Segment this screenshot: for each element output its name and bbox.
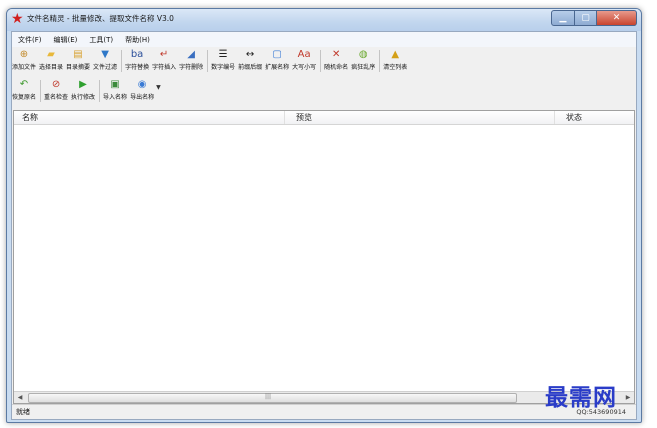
toolbar-label: 执行修改 [71, 94, 96, 101]
add-file-icon: ⊕ [19, 49, 29, 60]
toolbar-button-duplicate-check[interactable]: ⊘ 重名检查 [44, 78, 68, 101]
toolbar-button-clear-list[interactable]: ▲ 清空列表 [383, 48, 407, 71]
toolbar-button-extension[interactable]: ▢ 扩展名称 [265, 48, 289, 71]
toolbar-button-filter[interactable]: ▼ 文件过滤 [93, 48, 117, 71]
toolbar-separator [320, 50, 322, 72]
status-text: 就绪 [16, 408, 30, 416]
toolbar-button-replace-chars[interactable]: ba 字符替换 [125, 48, 149, 71]
export-icon: ◉ [137, 79, 147, 90]
horizontal-scrollbar[interactable]: ◀ ||| ▶ [14, 391, 634, 403]
toolbar-label: 大写小写 [292, 64, 317, 71]
toolbar-button-add-file[interactable]: ⊕ 添加文件 [12, 48, 36, 71]
toolbar-row-1: ⊕ 添加文件 ▰ 选择目录 ▤ 目录摘要 ▼ 文件过滤 ba 字符替换 ↵ 字符插入 ◢ 字符删除 ☰ 数字编… [12, 48, 410, 76]
menu-bar: 文件(F) 编辑(E) 工具(T) 帮助(H) [12, 32, 636, 47]
delete-chars-icon: ◢ [187, 49, 195, 60]
scroll-right-arrow-icon[interactable]: ▶ [622, 392, 634, 403]
close-button[interactable]: ✕ [597, 10, 637, 26]
toolbar-label: 选择目录 [39, 64, 64, 71]
file-list[interactable]: 名称 预览 状态 ◀ ||| ▶ [13, 110, 635, 404]
menu-help[interactable]: 帮助(H) [125, 35, 150, 45]
scroll-left-arrow-icon[interactable]: ◀ [14, 392, 26, 403]
toolbar-label: 恢复原名 [12, 94, 37, 101]
minimize-button[interactable]: ▁ [551, 10, 575, 26]
toolbar-button-insert-chars[interactable]: ↵ 字符插入 [152, 48, 176, 71]
case-icon: Aa [297, 49, 311, 60]
column-header-preview[interactable]: 预览 [296, 112, 312, 123]
toolbar-button-numbering[interactable]: ☰ 数字编号 [211, 48, 235, 71]
column-header-status[interactable]: 状态 [566, 112, 582, 123]
window-title: 文件名精灵 - 批量修改、提取文件名称 V3.0 [27, 14, 174, 23]
toolbar-button-execute[interactable]: ▶ 执行修改 [71, 78, 95, 101]
clear-list-icon: ▲ [391, 49, 400, 60]
toolbar-button-random[interactable]: ✕ 随机命名 [324, 48, 348, 71]
column-header-name[interactable]: 名称 [22, 112, 38, 123]
toolbar-label: 导出名称 [130, 94, 155, 101]
extension-icon: ▢ [272, 49, 282, 60]
status-bar: 就绪 QQ:543690914 [12, 404, 636, 419]
replace-chars-icon: ba [130, 49, 144, 60]
toolbar-separator [99, 80, 101, 102]
toolbar-button-folder-summary[interactable]: ▤ 目录摘要 [66, 48, 90, 71]
column-divider[interactable] [554, 111, 555, 124]
toolbar-button-export[interactable]: ◉ 导出名称 [130, 78, 154, 101]
shuffle-icon: ◍ [358, 49, 368, 60]
toolbar-label: 导入名称 [103, 94, 128, 101]
toolbar-label: 清空列表 [383, 64, 408, 71]
title-bar[interactable]: ★ 文件名精灵 - 批量修改、提取文件名称 V3.0 ▁ ▢ ✕ [7, 9, 641, 31]
column-divider[interactable] [284, 111, 285, 124]
toolbar-separator [207, 50, 209, 72]
import-icon: ▣ [110, 79, 120, 90]
toolbar-label: 文件过滤 [93, 64, 118, 71]
maximize-button[interactable]: ▢ [575, 10, 597, 26]
list-header: 名称 预览 状态 [14, 111, 634, 125]
toolbar-separator [40, 80, 42, 102]
dropdown-arrow-icon[interactable]: ▼ [156, 84, 161, 91]
numbering-icon: ☰ [218, 49, 228, 60]
folder-summary-icon: ▤ [73, 49, 83, 60]
toolbar-label: 字符插入 [152, 64, 177, 71]
scroll-thumb[interactable]: ||| [28, 393, 517, 403]
duplicate-check-icon: ⊘ [51, 79, 61, 90]
toolbar-label: 目录摘要 [66, 64, 91, 71]
insert-chars-icon: ↵ [159, 49, 169, 60]
toolbar-row-2: ↶ 恢复原名 ⊘ 重名检查 ▶ 执行修改 ▣ 导入名称 ◉ 导出名称 ▼ [12, 78, 161, 106]
toolbar-button-prefix-suffix[interactable]: ↔ 前缀后缀 [238, 48, 262, 71]
toolbar-label: 随机命名 [324, 64, 349, 71]
client-area: 文件(F) 编辑(E) 工具(T) 帮助(H) ⊕ 添加文件 ▰ 选择目录 ▤ 目录摘要 ▼… [11, 31, 637, 420]
toolbar-button-restore[interactable]: ↶ 恢复原名 [12, 78, 36, 101]
execute-icon: ▶ [79, 79, 87, 90]
toolbar-label: 疯狂乱序 [351, 64, 376, 71]
toolbar-label: 字符替换 [125, 64, 150, 71]
menu-file[interactable]: 文件(F) [18, 35, 42, 45]
restore-icon: ↶ [19, 79, 29, 90]
watermark-logo: 最需网 [545, 384, 617, 411]
app-window: ★ 文件名精灵 - 批量修改、提取文件名称 V3.0 ▁ ▢ ✕ 文件(F) 编… [6, 8, 642, 423]
toolbar-button-delete-chars[interactable]: ◢ 字符删除 [179, 48, 203, 71]
app-star-icon: ★ [11, 11, 24, 27]
menu-edit[interactable]: 编辑(E) [54, 35, 78, 45]
toolbar-label: 重名检查 [44, 94, 69, 101]
toolbar-label: 数字编号 [211, 64, 236, 71]
toolbar-label: 添加文件 [12, 64, 37, 71]
toolbar-label: 扩展名称 [265, 64, 290, 71]
toolbar-separator [121, 50, 123, 72]
menu-tools[interactable]: 工具(T) [89, 35, 113, 45]
toolbar-separator [379, 50, 381, 72]
toolbar-button-case[interactable]: Aa 大写小写 [292, 48, 316, 71]
toolbar-button-folder[interactable]: ▰ 选择目录 [39, 48, 63, 71]
random-icon: ✕ [331, 49, 341, 60]
scroll-grip-icon: ||| [265, 393, 272, 400]
toolbar-label: 字符删除 [179, 64, 204, 71]
window-controls: ▁ ▢ ✕ [551, 10, 637, 27]
toolbar-button-shuffle[interactable]: ◍ 疯狂乱序 [351, 48, 375, 71]
folder-icon: ▰ [47, 49, 55, 60]
filter-icon: ▼ [101, 49, 109, 60]
toolbar-button-import[interactable]: ▣ 导入名称 [103, 78, 127, 101]
toolbar-label: 前缀后缀 [238, 64, 263, 71]
prefix-suffix-icon: ↔ [245, 49, 255, 60]
